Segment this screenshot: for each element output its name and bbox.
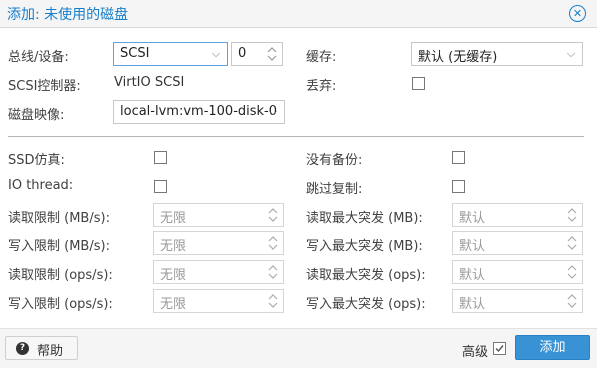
read-limit-mbs-label: 读取限制 (MB/s): <box>8 211 110 226</box>
question-circle-icon: ? <box>16 342 29 355</box>
write-limit-mbs-label: 写入限制 (MB/s): <box>8 239 110 254</box>
spinner-arrows-icon[interactable] <box>268 264 278 280</box>
read-limit-mbs-input[interactable]: 无限 <box>153 203 284 227</box>
chevron-down-icon[interactable]: ⌵ <box>210 46 222 62</box>
spinner-arrows-icon[interactable] <box>267 46 277 62</box>
read-burst-mb-input[interactable]: 默认 <box>452 203 583 227</box>
write-burst-ops-input[interactable]: 默认 <box>452 289 583 313</box>
skip-replication-label: 跳过复制: <box>306 182 363 197</box>
read-limit-ops-placeholder: 无限 <box>160 268 187 283</box>
chevron-down-icon[interactable]: ⌵ <box>267 104 279 120</box>
write-limit-mbs-input[interactable]: 无限 <box>153 231 284 255</box>
spinner-arrows-icon[interactable] <box>567 207 577 223</box>
disk-image-select[interactable]: local-lvm:vm-100-disk-0 ⌵ <box>113 100 285 124</box>
read-limit-mbs-placeholder: 无限 <box>160 211 187 226</box>
spinner-arrows-icon[interactable] <box>268 207 278 223</box>
device-number-spinner[interactable]: 0 <box>231 42 283 66</box>
bus-device-label: 总线/设备: <box>8 50 69 65</box>
no-backup-label: 没有备份: <box>306 153 363 168</box>
write-burst-ops-placeholder: 默认 <box>459 297 486 312</box>
write-burst-mb-input[interactable]: 默认 <box>452 231 583 255</box>
write-limit-ops-input[interactable]: 无限 <box>153 289 284 313</box>
write-burst-ops-label: 写入最大突发 (ops): <box>306 297 426 312</box>
read-limit-ops-label: 读取限制 (ops/s): <box>8 268 113 283</box>
cache-label: 缓存: <box>306 50 337 65</box>
cache-select[interactable]: 默认 (无缓存) ⌵ <box>411 42 583 66</box>
write-limit-mbs-placeholder: 无限 <box>160 239 187 254</box>
spinner-arrows-icon[interactable] <box>567 293 577 309</box>
discard-checkbox[interactable] <box>412 77 425 90</box>
spinner-arrows-icon[interactable] <box>567 264 577 280</box>
chevron-down-icon[interactable]: ⌵ <box>565 46 577 62</box>
read-burst-mb-placeholder: 默认 <box>459 211 486 226</box>
scsi-controller-label: SCSI控制器: <box>8 79 81 94</box>
close-icon[interactable]: ✕ <box>569 5 586 22</box>
disk-image-value: local-lvm:vm-100-disk-0 <box>120 104 278 119</box>
scsi-controller-value: VirtIO SCSI <box>114 75 185 90</box>
read-burst-ops-input[interactable]: 默认 <box>452 260 583 284</box>
write-burst-mb-label: 写入最大突发 (MB): <box>306 239 423 254</box>
help-button-label: 帮助 <box>37 344 64 359</box>
write-burst-mb-placeholder: 默认 <box>459 239 486 254</box>
read-burst-mb-label: 读取最大突发 (MB): <box>306 211 423 226</box>
window-title: 添加: 未使用的磁盘 <box>7 7 129 23</box>
add-button[interactable]: 添加 <box>515 335 590 360</box>
advanced-checkbox[interactable] <box>493 342 506 355</box>
iothread-checkbox[interactable] <box>154 180 167 193</box>
spinner-arrows-icon[interactable] <box>268 293 278 309</box>
advanced-label: 高级 <box>462 345 489 360</box>
no-backup-checkbox[interactable] <box>452 151 465 164</box>
spinner-arrows-icon[interactable] <box>268 235 278 251</box>
discard-label: 丢弃: <box>306 79 337 94</box>
skip-replication-checkbox[interactable] <box>452 180 465 193</box>
help-button[interactable]: ? 帮助 <box>5 336 78 360</box>
read-burst-ops-label: 读取最大突发 (ops): <box>306 268 426 283</box>
disk-image-label: 磁盘映像: <box>8 108 65 123</box>
bus-select-value: SCSI <box>120 46 150 61</box>
read-burst-ops-placeholder: 默认 <box>459 268 486 283</box>
section-divider <box>8 136 584 137</box>
bus-select[interactable]: SCSI ⌵ <box>113 42 228 66</box>
dialog-footer: ? 帮助 高级 添加 <box>0 328 597 368</box>
ssd-emulation-label: SSD仿真: <box>8 153 65 168</box>
write-limit-ops-placeholder: 无限 <box>160 297 187 312</box>
read-limit-ops-input[interactable]: 无限 <box>153 260 284 284</box>
checkmark-icon <box>495 345 504 353</box>
window-titlebar: 添加: 未使用的磁盘 ✕ <box>0 0 597 28</box>
cache-select-value: 默认 (无缓存) <box>418 50 498 65</box>
iothread-label: IO thread: <box>8 178 74 193</box>
spinner-arrows-icon[interactable] <box>567 235 577 251</box>
write-limit-ops-label: 写入限制 (ops/s): <box>8 297 113 312</box>
device-number-value: 0 <box>238 46 247 61</box>
ssd-emulation-checkbox[interactable] <box>154 151 167 164</box>
